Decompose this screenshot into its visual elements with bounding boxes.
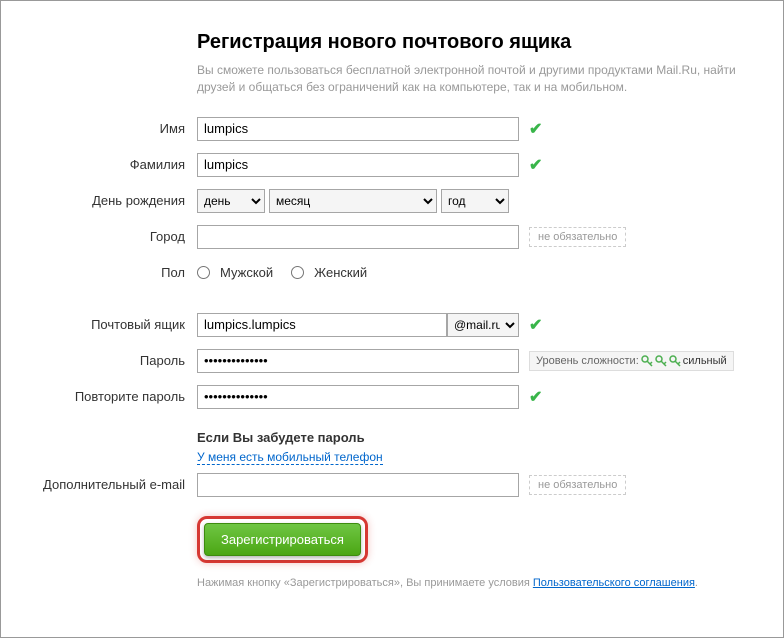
page-subtitle: Вы сможете пользоваться бесплатной элект… (197, 62, 753, 96)
submit-highlight: Зарегистрироваться (197, 516, 368, 563)
password-repeat-input[interactable] (197, 385, 519, 409)
gender-label: Пол (31, 265, 197, 280)
mailbox-label: Почтовый ящик (31, 317, 197, 332)
optional-badge: не обязательно (529, 227, 626, 247)
key-icon (655, 355, 667, 367)
terms-link[interactable]: Пользовательского соглашения (533, 577, 695, 589)
year-select[interactable]: год (441, 189, 509, 213)
additional-email-input[interactable] (197, 473, 519, 497)
lastname-input[interactable] (197, 153, 519, 177)
registration-form: Регистрация нового почтового ящика Вы см… (0, 0, 784, 638)
firstname-label: Имя (31, 121, 197, 136)
city-input[interactable] (197, 225, 519, 249)
optional-badge: не обязательно (529, 475, 626, 495)
check-icon: ✔ (529, 155, 542, 175)
mailbox-input[interactable] (197, 313, 447, 337)
birthday-label: День рождения (31, 193, 197, 208)
check-icon: ✔ (529, 387, 542, 407)
footer-text: Нажимая кнопку «Зарегистрироваться», Вы … (197, 577, 753, 589)
key-icon (641, 355, 653, 367)
recovery-title: Если Вы забудете пароль (197, 430, 753, 445)
lastname-label: Фамилия (31, 157, 197, 172)
check-icon: ✔ (529, 119, 542, 139)
key-icon (669, 355, 681, 367)
month-select[interactable]: месяц (269, 189, 437, 213)
city-label: Город (31, 229, 197, 244)
day-select[interactable]: день (197, 189, 265, 213)
password-repeat-label: Повторите пароль (31, 389, 197, 404)
page-title: Регистрация нового почтового ящика (197, 31, 753, 54)
password-label: Пароль (31, 353, 197, 368)
firstname-input[interactable] (197, 117, 519, 141)
domain-select[interactable]: @mail.ru (447, 313, 519, 337)
check-icon: ✔ (529, 315, 542, 335)
register-button[interactable]: Зарегистрироваться (204, 523, 361, 556)
additional-email-label: Дополнительный e-mail (31, 477, 197, 492)
gender-female-radio[interactable] (291, 266, 304, 279)
password-strength: Уровень сложности: сильный (529, 351, 734, 371)
gender-male-radio[interactable] (197, 266, 210, 279)
gender-female-label: Женский (314, 265, 367, 280)
mobile-phone-link[interactable]: У меня есть мобильный телефон (197, 450, 383, 465)
gender-male-label: Мужской (220, 265, 273, 280)
password-input[interactable] (197, 349, 519, 373)
